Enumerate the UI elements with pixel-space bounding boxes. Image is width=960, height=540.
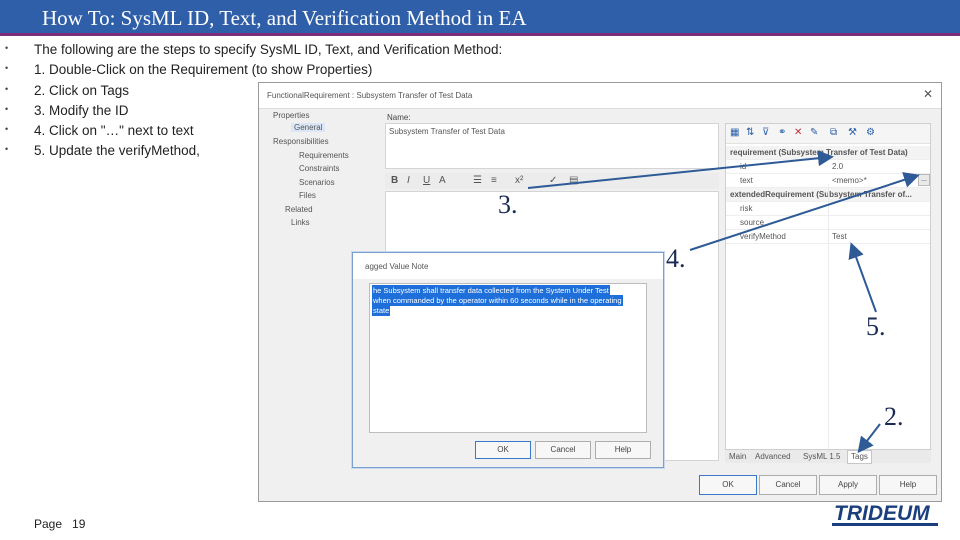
callout-step4: 4. bbox=[666, 244, 686, 273]
arrow-step4 bbox=[689, 172, 920, 251]
arrow-step2 bbox=[857, 423, 881, 454]
callout-step2: 2. bbox=[884, 402, 904, 431]
trideum-logo: TRIDEUM bbox=[832, 502, 942, 532]
callout-step5: 5. bbox=[866, 312, 886, 341]
callout-arrows bbox=[527, 150, 920, 454]
arrow-step3 bbox=[527, 150, 834, 189]
callout-step3: 3. bbox=[498, 190, 518, 219]
page-number: Page 19 bbox=[34, 517, 86, 531]
arrow-step5 bbox=[848, 242, 877, 313]
logo-swoosh bbox=[832, 523, 938, 526]
